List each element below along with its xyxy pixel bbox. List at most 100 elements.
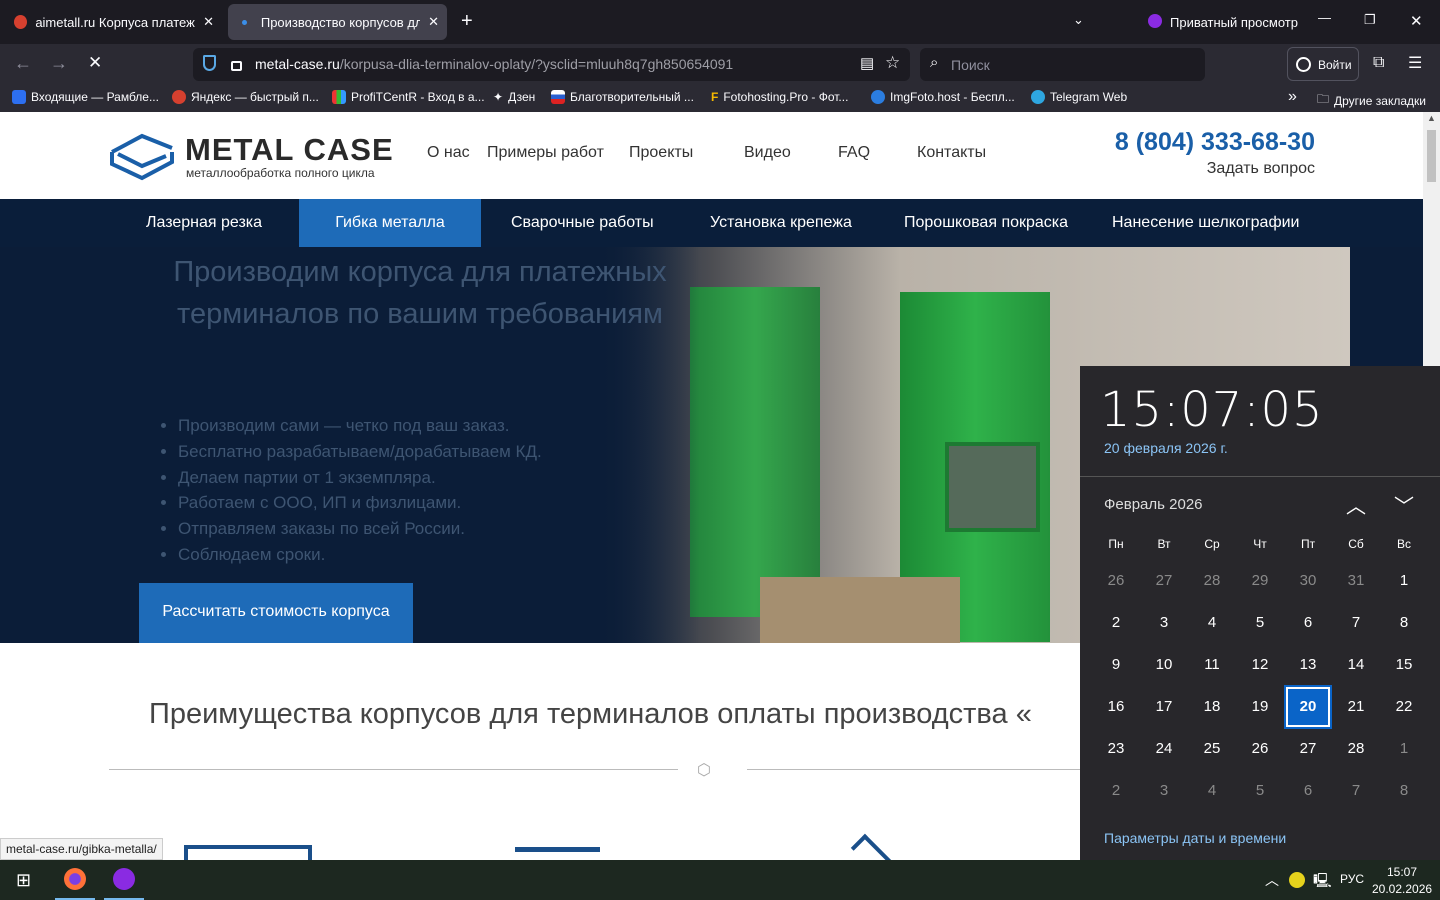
- bookmark-item[interactable]: Яндекс — быстрый п...: [172, 90, 319, 104]
- calendar-day[interactable]: 29: [1238, 561, 1282, 601]
- bookmark-item[interactable]: ProfiTCentR - Вход в а...: [332, 90, 485, 104]
- windows-start-icon[interactable]: ⊞: [16, 870, 31, 891]
- site-logo[interactable]: METAL CASE металлообработка полного цикл…: [108, 130, 398, 182]
- calendar-day[interactable]: 2: [1094, 603, 1138, 643]
- network-icon[interactable]: 🖳: [1313, 870, 1332, 894]
- calendar-day[interactable]: 19: [1238, 687, 1282, 727]
- calendar-day[interactable]: 3: [1142, 603, 1186, 643]
- service-laser-cutting[interactable]: Лазерная резка: [146, 199, 262, 247]
- calendar-day[interactable]: 28: [1190, 561, 1234, 601]
- tracking-shield-icon[interactable]: [203, 55, 216, 71]
- back-button[interactable]: ←: [14, 53, 32, 74]
- menu-projects[interactable]: Проекты: [629, 144, 693, 162]
- extensions-icon[interactable]: ⧉: [1373, 54, 1384, 72]
- calendar-day[interactable]: 9: [1094, 645, 1138, 685]
- calendar-day[interactable]: 21: [1334, 687, 1378, 727]
- ask-question-link[interactable]: Задать вопрос: [1207, 160, 1315, 178]
- bookmark-item[interactable]: Благотворительный ...: [551, 90, 694, 104]
- scrollbar-thumb[interactable]: [1427, 130, 1436, 182]
- close-tab-icon[interactable]: ✕: [428, 14, 439, 30]
- menu-faq[interactable]: FAQ: [838, 144, 870, 162]
- tab-list-chevron-icon[interactable]: ⌄: [1073, 12, 1084, 28]
- calendar-day[interactable]: 10: [1142, 645, 1186, 685]
- calculate-cost-button[interactable]: Рассчитать стоимость корпуса: [139, 583, 413, 643]
- lock-icon[interactable]: [231, 61, 242, 71]
- menu-portfolio[interactable]: Примеры работ: [487, 144, 604, 162]
- calendar-day[interactable]: 22: [1382, 687, 1426, 727]
- close-tab-icon[interactable]: ✕: [203, 14, 214, 30]
- calendar-day[interactable]: 31: [1334, 561, 1378, 601]
- taskbar-firefox-private[interactable]: [104, 860, 144, 900]
- stop-loading-button[interactable]: ✕: [88, 53, 102, 73]
- previous-month-chevron-icon[interactable]: ︿: [1346, 490, 1366, 519]
- bookmark-item[interactable]: F Fotohosting.Pro - Фот...: [711, 90, 848, 104]
- reader-view-icon[interactable]: ▤: [860, 54, 874, 72]
- calendar-day[interactable]: 17: [1142, 687, 1186, 727]
- calendar-day[interactable]: 5: [1238, 603, 1282, 643]
- calendar-day[interactable]: 25: [1190, 729, 1234, 769]
- calendar-day[interactable]: 4: [1190, 603, 1234, 643]
- calendar-day[interactable]: 23: [1094, 729, 1138, 769]
- bookmark-item[interactable]: ImgFoto.host - Беспл...: [871, 90, 1015, 104]
- taskbar-firefox[interactable]: [55, 860, 95, 900]
- calendar-day[interactable]: 13: [1286, 645, 1330, 685]
- other-bookmarks[interactable]: 🗀 Другие закладки: [1317, 90, 1426, 111]
- service-silkscreen[interactable]: Нанесение шелкографии: [1112, 199, 1300, 247]
- calendar-day[interactable]: 11: [1190, 645, 1234, 685]
- calendar-day[interactable]: 6: [1286, 771, 1330, 811]
- calendar-day[interactable]: 6: [1286, 603, 1330, 643]
- calendar-day[interactable]: 1: [1382, 561, 1426, 601]
- calendar-day[interactable]: 26: [1094, 561, 1138, 601]
- tab-aimetall[interactable]: aimetall.ru Корпуса платежных ✕: [6, 4, 222, 40]
- restore-button[interactable]: ❐: [1364, 12, 1376, 28]
- service-powder-coating[interactable]: Порошковая покраска: [904, 199, 1068, 247]
- menu-video[interactable]: Видео: [744, 144, 791, 162]
- calendar-day[interactable]: 7: [1334, 603, 1378, 643]
- calendar-day[interactable]: 8: [1382, 603, 1426, 643]
- menu-about[interactable]: О нас: [427, 144, 470, 162]
- calendar-day[interactable]: 18: [1190, 687, 1234, 727]
- service-fasteners[interactable]: Установка крепежа: [710, 199, 852, 247]
- calendar-day[interactable]: 4: [1190, 771, 1234, 811]
- calendar-day[interactable]: 12: [1238, 645, 1282, 685]
- calendar-day[interactable]: 14: [1334, 645, 1378, 685]
- close-window-button[interactable]: ✕: [1410, 12, 1423, 30]
- login-button[interactable]: Войти: [1287, 47, 1359, 81]
- calendar-day[interactable]: 3: [1142, 771, 1186, 811]
- calendar-day[interactable]: 27: [1142, 561, 1186, 601]
- taskbar-clock[interactable]: 15:07 20.02.2026: [1372, 864, 1432, 898]
- calendar-day[interactable]: 16: [1094, 687, 1138, 727]
- menu-contacts[interactable]: Контакты: [917, 144, 986, 162]
- search-input[interactable]: ⌕ Поиск: [920, 48, 1205, 81]
- bookmark-item[interactable]: Входящие — Рамбле...: [12, 90, 159, 104]
- service-welding[interactable]: Сварочные работы: [511, 199, 654, 247]
- forward-button[interactable]: →: [50, 53, 68, 74]
- calendar-day[interactable]: 2: [1094, 771, 1138, 811]
- language-indicator[interactable]: РУС: [1340, 872, 1364, 886]
- new-tab-button[interactable]: +: [461, 10, 473, 33]
- calendar-day[interactable]: 7: [1334, 771, 1378, 811]
- calendar-day[interactable]: 5: [1238, 771, 1282, 811]
- calendar-day[interactable]: 26: [1238, 729, 1282, 769]
- calendar-day[interactable]: 1: [1382, 729, 1426, 769]
- calendar-day-selected[interactable]: 20: [1286, 687, 1330, 727]
- more-bookmarks-chevron-icon[interactable]: »: [1288, 88, 1297, 106]
- month-label[interactable]: Февраль 2026: [1104, 496, 1203, 513]
- menu-icon[interactable]: ☰: [1408, 53, 1422, 73]
- calendar-day[interactable]: 8: [1382, 771, 1426, 811]
- full-date-link[interactable]: 20 февраля 2026 г.: [1104, 440, 1228, 456]
- bookmark-star-icon[interactable]: ☆: [885, 53, 900, 73]
- bookmark-item[interactable]: ✦ Дзен: [493, 90, 535, 104]
- scroll-up-icon[interactable]: ▲: [1427, 113, 1436, 123]
- tray-app-icon[interactable]: [1289, 872, 1305, 888]
- calendar-day[interactable]: 28: [1334, 729, 1378, 769]
- minimize-button[interactable]: —: [1318, 10, 1331, 25]
- bookmark-item[interactable]: Telegram Web: [1031, 90, 1127, 104]
- url-bar[interactable]: metal-case.ru/korpusa-dlia-terminalov-op…: [193, 48, 910, 81]
- calendar-day[interactable]: 30: [1286, 561, 1330, 601]
- service-metal-bending[interactable]: Гибка металла: [299, 199, 481, 247]
- tab-metal-case[interactable]: Производство корпусов для те ✕: [228, 4, 447, 40]
- next-month-chevron-icon[interactable]: ﹀: [1394, 490, 1414, 519]
- calendar-day[interactable]: 15: [1382, 645, 1426, 685]
- show-hidden-icons-chevron[interactable]: ︿: [1265, 870, 1279, 890]
